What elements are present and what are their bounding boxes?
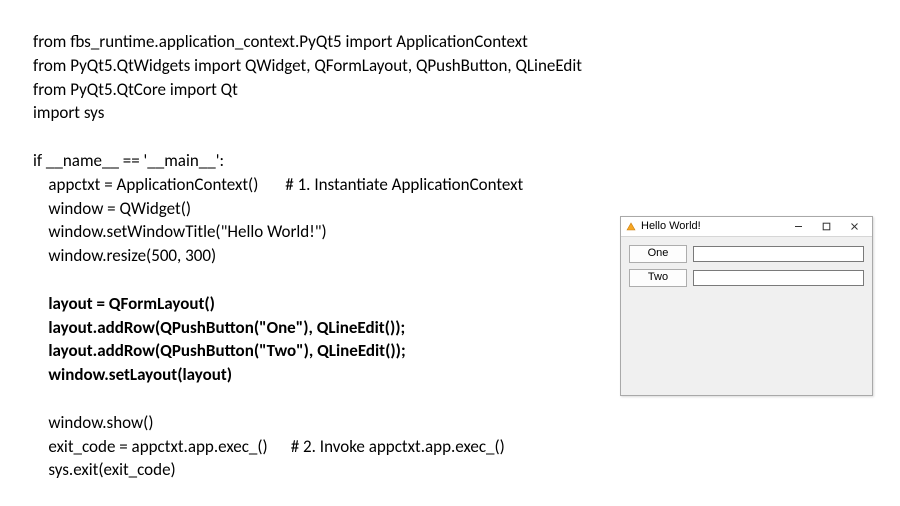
row-button-two[interactable]: Two — [629, 269, 687, 287]
code-line: window.setWindowTitle("Hello World!") — [33, 220, 582, 244]
code-line: layout.addRow(QPushButton("One"), QLineE… — [33, 316, 582, 340]
code-line: from fbs_runtime.application_context.PyQ… — [33, 30, 582, 54]
form-row: Two — [629, 269, 864, 287]
code-line: if __name__ == '__main__': — [33, 149, 582, 173]
code-line: window.resize(500, 300) — [33, 244, 582, 268]
code-line — [33, 268, 582, 292]
code-line: window.setLayout(layout) — [33, 363, 582, 387]
code-line: window = QWidget() — [33, 197, 582, 221]
code-line: from PyQt5.QtWidgets import QWidget, QFo… — [33, 54, 582, 78]
row-input-two[interactable] — [693, 270, 864, 286]
code-line: import sys — [33, 101, 582, 125]
code-line: appctxt = ApplicationContext() # 1. Inst… — [33, 173, 582, 197]
code-line: window.show() — [33, 411, 582, 435]
app-icon — [626, 222, 636, 232]
code-line — [33, 387, 582, 411]
code-line: exit_code = appctxt.app.exec_() # 2. Inv… — [33, 435, 582, 459]
window-title: Hello World! — [641, 219, 701, 234]
close-button[interactable] — [840, 217, 868, 237]
app-window: Hello World! One Two — [620, 216, 873, 396]
code-line: sys.exit(exit_code) — [33, 458, 582, 482]
code-line — [33, 125, 582, 149]
form-row: One — [629, 245, 864, 263]
row-button-one[interactable]: One — [629, 245, 687, 263]
titlebar: Hello World! — [621, 217, 872, 237]
code-line: from PyQt5.QtCore import Qt — [33, 78, 582, 102]
code-line: layout.addRow(QPushButton("Two"), QLineE… — [33, 339, 582, 363]
code-line: layout = QFormLayout() — [33, 292, 582, 316]
row-input-one[interactable] — [693, 246, 864, 262]
minimize-button[interactable] — [784, 217, 812, 237]
code-listing: from fbs_runtime.application_context.PyQ… — [33, 30, 582, 482]
maximize-button[interactable] — [812, 217, 840, 237]
client-area: One Two — [621, 237, 872, 301]
